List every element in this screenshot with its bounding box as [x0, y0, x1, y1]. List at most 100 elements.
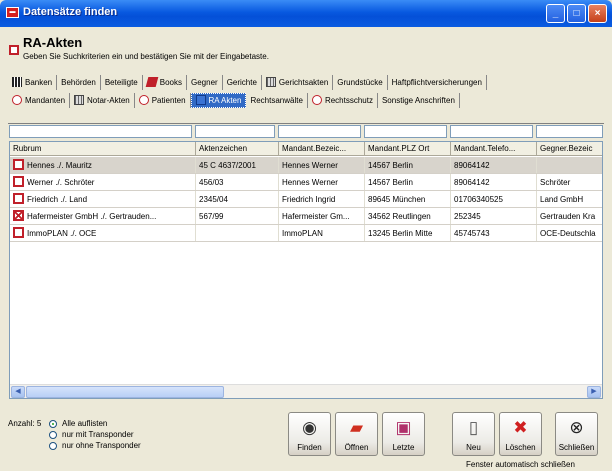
- column-header[interactable]: Rubrum: [10, 142, 196, 155]
- cell-text: Hennes ./. Mauritz: [27, 161, 92, 170]
- table-cell: Schröter: [537, 174, 602, 190]
- horizontal-scrollbar[interactable]: ◀ ▶: [10, 384, 602, 398]
- button-label: Finden: [297, 443, 322, 452]
- table-cell: 45 C 4637/2001: [196, 157, 279, 173]
- column-header[interactable]: Aktenzeichen: [196, 142, 279, 155]
- tab-sonstige-anschriften[interactable]: Sonstige Anschriften: [378, 92, 460, 108]
- cell-text: 34562 Reutlingen: [368, 212, 431, 221]
- column-header[interactable]: Mandant.Bezeic...: [279, 142, 365, 155]
- cell-text: 14567 Berlin: [368, 178, 413, 187]
- tab-behörden[interactable]: Behörden: [57, 74, 101, 90]
- filter-input-gegner[interactable]: [536, 125, 603, 138]
- grid-icon: [265, 77, 276, 87]
- cell-text: 252345: [454, 212, 481, 221]
- close-button[interactable]: ×: [588, 4, 607, 23]
- maximize-button[interactable]: □: [567, 4, 586, 23]
- table-cell: 89064142: [451, 174, 537, 190]
- button-label: Neu: [466, 443, 481, 452]
- neu-button[interactable]: ▯ Neu: [452, 412, 495, 456]
- table-cell: Friedrich ./. Land: [10, 191, 196, 207]
- tab-label: RA Akten: [208, 95, 242, 105]
- table-cell: 456/03: [196, 174, 279, 190]
- tab-rechtsschutz[interactable]: Rechtsschutz: [308, 92, 378, 108]
- scroll-right-icon[interactable]: ▶: [587, 386, 601, 398]
- results-table: Rubrum Aktenzeichen Mandant.Bezeic... Manda…: [9, 141, 603, 399]
- radio-option[interactable]: nur mit Transponder: [49, 430, 134, 439]
- tab-label: Mandanten: [25, 95, 66, 105]
- tab-gegner[interactable]: Gegner: [187, 74, 223, 90]
- radio-dot-icon[interactable]: [49, 441, 57, 450]
- filter-input-rubrum[interactable]: [9, 125, 192, 138]
- cell-text: 567/99: [199, 212, 224, 221]
- tab-grundstücke[interactable]: Grundstücke: [333, 74, 388, 90]
- cell-text: ImmoPLAN: [282, 229, 323, 238]
- table-cell: Gertrauden Kra: [537, 208, 602, 224]
- tab-haftpflichtversicherungen[interactable]: Haftpflichtversicherungen: [388, 74, 487, 90]
- table-row[interactable]: Werner ./. Schröter 456/03 Hennes Werner 14…: [10, 174, 602, 191]
- tab-gerichte[interactable]: Gerichte: [223, 74, 262, 90]
- tab-rechtsanwälte[interactable]: Rechtsanwälte: [246, 92, 308, 108]
- tab-patienten[interactable]: Patienten: [135, 92, 191, 108]
- table-cell: 13245 Berlin Mitte: [365, 225, 451, 241]
- filter-input-mandant-bezeichnung[interactable]: [278, 125, 361, 138]
- tab-row-2: Mandanten Notar-Akten Patienten RA Akten Rec…: [8, 92, 460, 108]
- grid-icon: [74, 95, 85, 105]
- filter-input-mandant-plz[interactable]: [364, 125, 447, 138]
- record-icon: [13, 159, 24, 171]
- tab-gerichtsakten[interactable]: Gerichtsakten: [262, 74, 334, 90]
- filter-input-mandant-telefon[interactable]: [450, 125, 533, 138]
- table-row[interactable]: Friedrich ./. Land 2345/04 Friedrich Ingri…: [10, 191, 602, 208]
- table-row[interactable]: Hafermeister GmbH ./. Gertrauden... 567/9…: [10, 208, 602, 225]
- table-cell: 14567 Berlin: [365, 174, 451, 190]
- letzte-button[interactable]: ▣ Letzte: [382, 412, 425, 456]
- new-document-icon: ▯: [468, 418, 479, 437]
- tab-mandanten[interactable]: Mandanten: [8, 92, 71, 108]
- tab-notar-akten[interactable]: Notar-Akten: [70, 92, 135, 108]
- table-cell: 89064142: [451, 157, 537, 173]
- table-cell: Land GmbH: [537, 191, 602, 207]
- scroll-left-icon[interactable]: ◀: [11, 386, 25, 398]
- table-cell: 252345: [451, 208, 537, 224]
- last-icon: ▣: [395, 418, 412, 437]
- column-header[interactable]: Mandant.PLZ Ort: [365, 142, 451, 155]
- cell-text: Hafermeister GmbH ./. Gertrauden...: [27, 212, 157, 221]
- tab-label: Gerichtsakten: [278, 77, 329, 87]
- radio-dot-icon[interactable]: [49, 419, 57, 428]
- button-label: Schließen: [558, 443, 595, 452]
- table-row[interactable]: ImmoPLAN ./. OCE ImmoPLAN 13245 Berlin Mit…: [10, 225, 602, 242]
- cell-text: 14567 Berlin: [368, 161, 413, 170]
- auto-close-label[interactable]: Fenster automatisch schließen: [466, 460, 575, 469]
- filter-input-aktenzeichen[interactable]: [195, 125, 275, 138]
- scroll-thumb[interactable]: [26, 386, 224, 398]
- tab-ra-akten[interactable]: RA Akten: [190, 92, 247, 108]
- table-cell: [196, 225, 279, 241]
- radio-dot-icon[interactable]: [49, 430, 57, 439]
- cell-text: Hennes Werner: [282, 161, 338, 170]
- table-row[interactable]: Hennes ./. Mauritz 45 C 4637/2001 Hennes W…: [10, 157, 602, 174]
- öffnen-button[interactable]: ▰ Öffnen: [335, 412, 378, 456]
- cell-text: Land GmbH: [540, 195, 584, 204]
- table-cell: [537, 157, 602, 173]
- column-header[interactable]: Gegner.Bezeic: [537, 142, 602, 155]
- record-icon: [13, 193, 24, 205]
- table-cell: Hafermeister Gm...: [279, 208, 365, 224]
- tab-books[interactable]: Books: [143, 74, 187, 90]
- button-label: Löschen: [505, 443, 536, 452]
- cell-text: Hafermeister Gm...: [282, 212, 350, 221]
- tab-label: Sonstige Anschriften: [381, 95, 455, 105]
- minimize-button[interactable]: _: [546, 4, 565, 23]
- table-cell: 89645 München: [365, 191, 451, 207]
- radio-option[interactable]: nur ohne Transponder: [49, 441, 141, 450]
- tab-beteiligte[interactable]: Beteiligte: [101, 74, 143, 90]
- book-icon: [145, 77, 159, 87]
- table-cell: Hennes Werner: [279, 174, 365, 190]
- schließen-button[interactable]: ⊗ Schließen: [555, 412, 598, 456]
- finden-button[interactable]: ◉ Finden: [288, 412, 331, 456]
- person-icon: [311, 95, 322, 105]
- tab-label: Grundstücke: [337, 77, 383, 87]
- button-label: Öffnen: [344, 443, 369, 452]
- radio-option[interactable]: Alle auflisten: [49, 419, 107, 428]
- tab-banken[interactable]: Banken: [8, 74, 58, 90]
- column-header[interactable]: Mandant.Telefo...: [451, 142, 537, 155]
- löschen-button[interactable]: ✖ Löschen: [499, 412, 542, 456]
